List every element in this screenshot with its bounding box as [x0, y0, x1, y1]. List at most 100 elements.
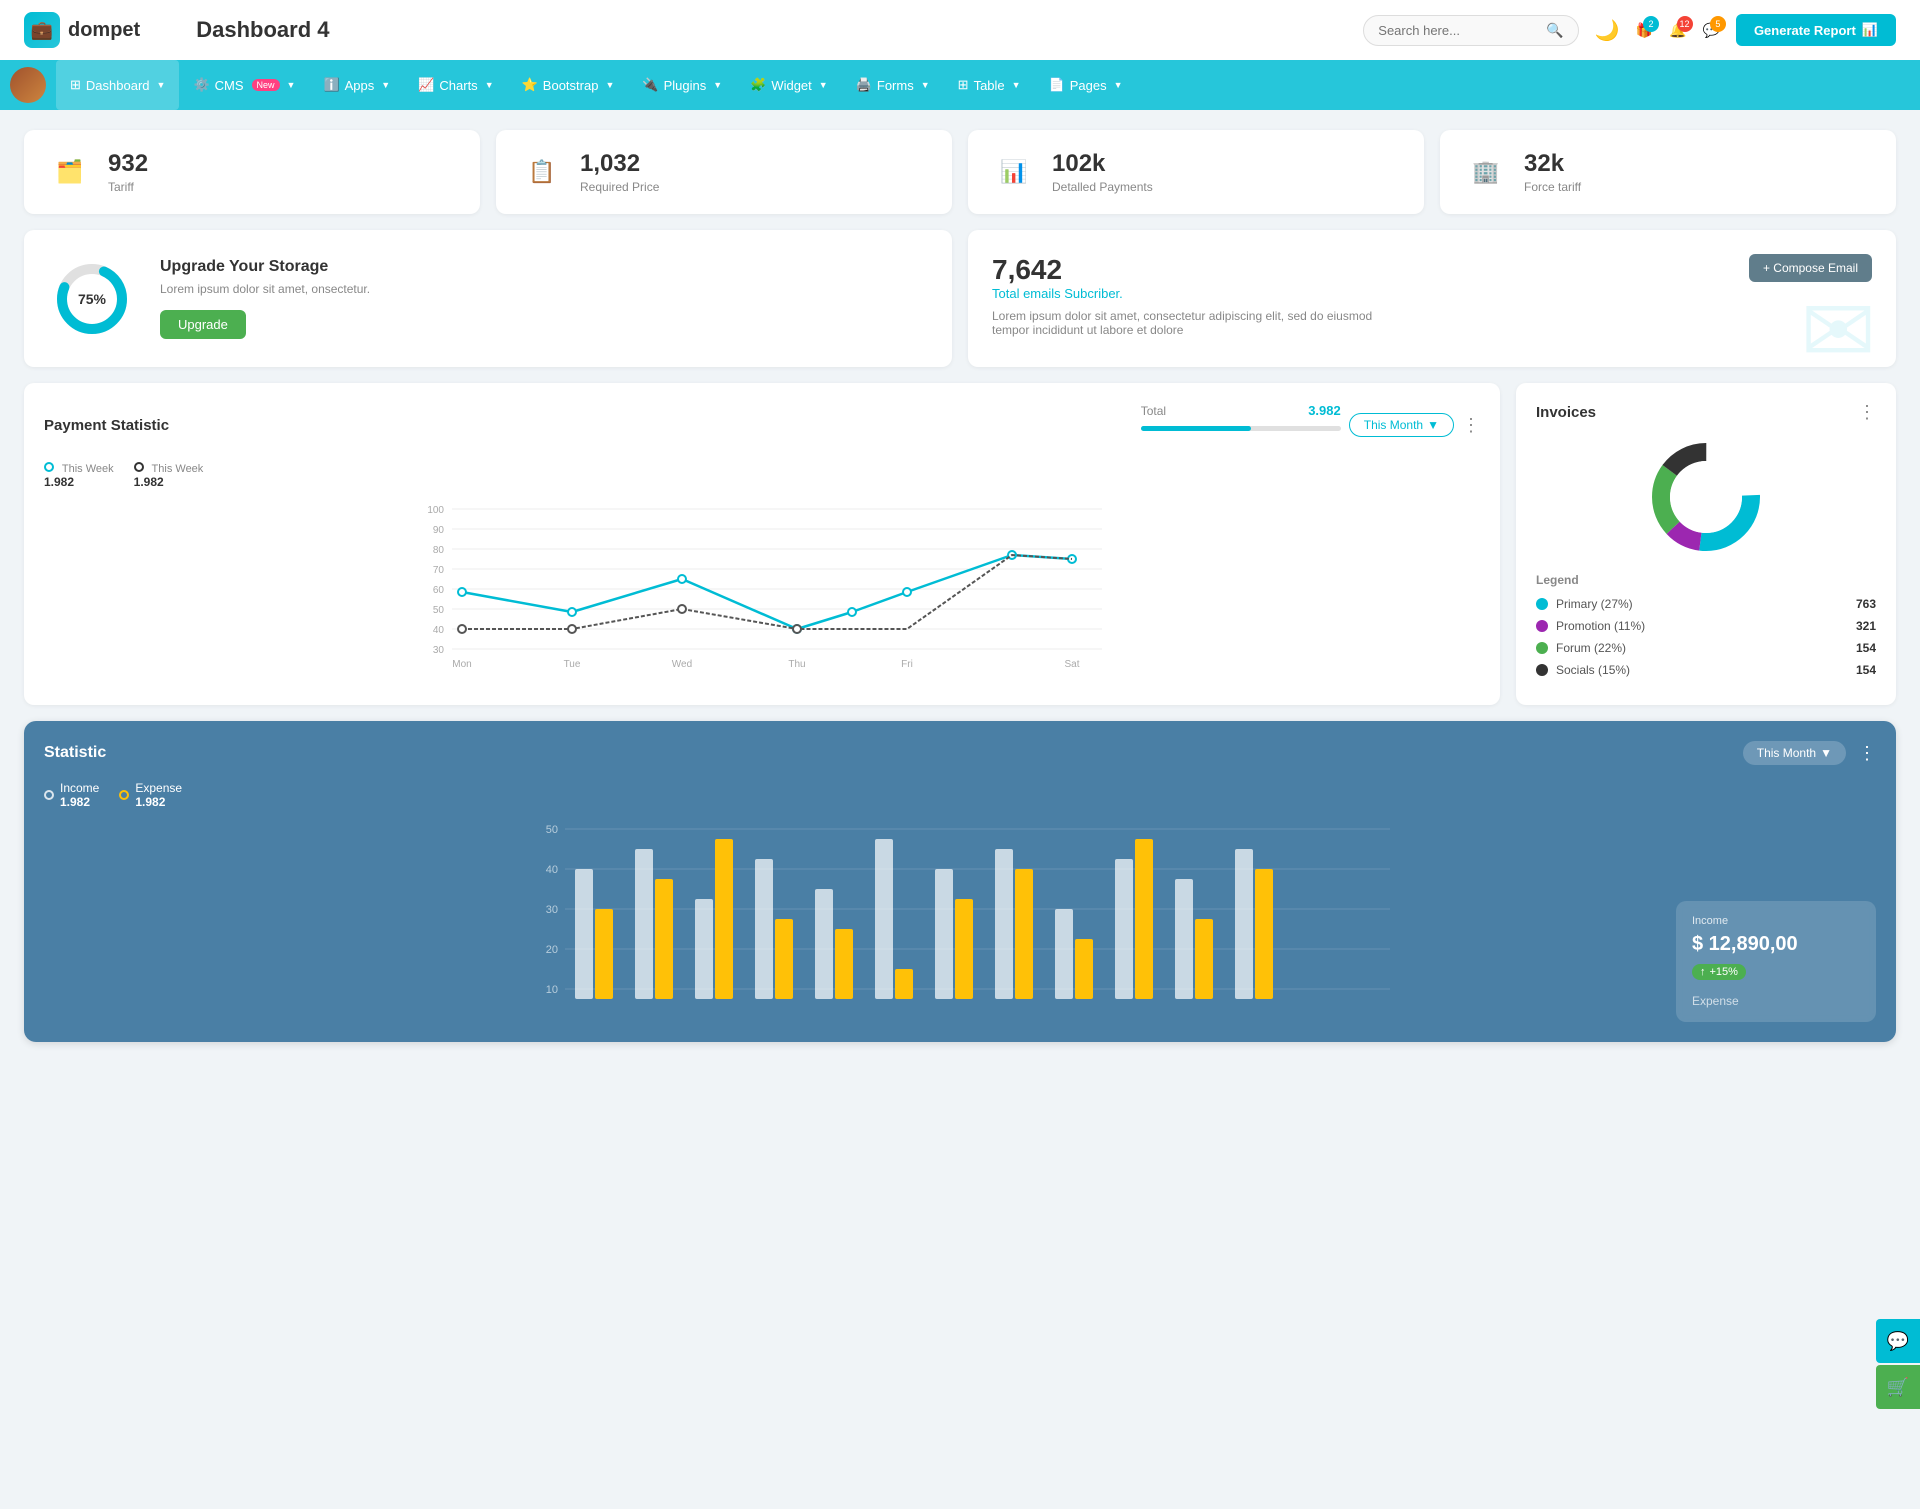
generate-report-button[interactable]: Generate Report 📊	[1736, 14, 1896, 46]
svg-text:100: 100	[427, 505, 444, 516]
svg-text:60: 60	[433, 585, 445, 596]
tariff-info: 932 Tariff	[108, 150, 148, 194]
statistic-filter-label: This Month	[1757, 746, 1816, 760]
required-price-info: 1,032 Required Price	[580, 150, 659, 194]
storage-info: Upgrade Your Storage Lorem ipsum dolor s…	[160, 258, 370, 339]
cms-icon: ⚙️	[193, 77, 209, 93]
nav-item-bootstrap[interactable]: ⭐ Bootstrap ▼	[508, 60, 629, 110]
email-subtitle: Total emails Subcriber.	[992, 286, 1412, 301]
theme-toggle[interactable]: 🌙	[1595, 18, 1620, 43]
statistic-more-options[interactable]: ⋮	[1858, 744, 1876, 762]
compose-email-button[interactable]: + Compose Email	[1749, 254, 1872, 282]
nav-item-forms[interactable]: 🖨️ Forms ▼	[842, 60, 944, 110]
income-panel: Income $ 12,890,00 ↑ +15% Expense	[1676, 901, 1876, 1022]
svg-text:20: 20	[546, 944, 558, 956]
nav-item-cms[interactable]: ⚙️ CMS New ▼	[179, 60, 309, 110]
pages-icon: 📄	[1049, 77, 1065, 93]
force-tariff-icon: 🏢	[1464, 150, 1508, 194]
upgrade-button[interactable]: Upgrade	[160, 310, 246, 339]
invoices-more-options[interactable]: ⋮	[1858, 403, 1876, 421]
nav-label-forms: Forms	[877, 78, 914, 93]
stat-card-tariff: 🗂️ 932 Tariff	[24, 130, 480, 214]
nav-item-apps[interactable]: ℹ️ Apps ▼	[309, 60, 404, 110]
nav-item-table[interactable]: ⊞ Table ▼	[944, 60, 1035, 110]
statistic-bar-chart: 50 40 30 20 10	[44, 819, 1876, 1019]
income-badge: ↑ +15%	[1692, 964, 1746, 980]
email-count-wrap: 7,642 Total emails Subcriber. Lorem ipsu…	[992, 254, 1412, 337]
required-price-icon: 📋	[520, 150, 564, 194]
nav-item-pages[interactable]: 📄 Pages ▼	[1035, 60, 1137, 110]
header-right: 🔍 🌙 🎁 2 🔔 12 💬 5 Generate Report 📊	[1363, 14, 1896, 46]
chevron-down-icon-forms: ▼	[921, 80, 930, 90]
gift-badge: 2	[1643, 16, 1659, 32]
legend-num-forum: 154	[1856, 641, 1876, 655]
total-label: Total	[1141, 404, 1166, 418]
storage-card: 75% Upgrade Your Storage Lorem ipsum dol…	[24, 230, 952, 367]
nav-label-charts: Charts	[439, 78, 477, 93]
tariff-icon: 🗂️	[48, 150, 92, 194]
main-content: 🗂️ 932 Tariff 📋 1,032 Required Price 📊 1…	[0, 110, 1920, 1062]
chevron-down-icon-charts: ▼	[485, 80, 494, 90]
svg-text:Sat: Sat	[1064, 659, 1079, 669]
legend-dot-2	[134, 462, 144, 472]
support-button[interactable]: 💬	[1876, 1319, 1920, 1363]
chevron-down-icon-plugins: ▼	[713, 80, 722, 90]
statistic-filter-button[interactable]: This Month ▼	[1743, 741, 1846, 765]
legend-text-forum: Forum (22%)	[1556, 641, 1626, 655]
bell-badge: 12	[1677, 16, 1693, 32]
nav-label-plugins: Plugins	[664, 78, 707, 93]
invoices-card: Invoices ⋮ Legend	[1516, 383, 1896, 705]
legend-item-2: This Week 1.982	[134, 459, 204, 489]
nav-label-pages: Pages	[1070, 78, 1107, 93]
storage-description: Lorem ipsum dolor sit amet, onsectetur.	[160, 282, 370, 296]
legend-val-1: 1.982	[44, 475, 114, 489]
gift-icon-wrapper[interactable]: 🎁 2	[1636, 22, 1653, 39]
required-price-value: 1,032	[580, 150, 659, 178]
payment-chart-controls: Total 3.982 This Month ▼ ⋮	[1141, 403, 1480, 447]
logo-text: dompet	[68, 19, 140, 42]
chat-icon-wrapper[interactable]: 💬 5	[1703, 22, 1720, 39]
table-icon: ⊞	[958, 77, 969, 93]
legend-circle-socials	[1536, 664, 1548, 676]
income-val: 1.982	[60, 795, 99, 809]
search-box[interactable]: 🔍	[1363, 15, 1578, 46]
svg-text:80: 80	[433, 545, 445, 556]
storage-donut: 75%	[52, 259, 132, 339]
payment-filter-button[interactable]: This Month ▼	[1349, 413, 1454, 437]
svg-text:70: 70	[433, 565, 445, 576]
navigation: ⊞ Dashboard ▼ ⚙️ CMS New ▼ ℹ️ Apps ▼ 📈 C…	[0, 60, 1920, 110]
expense-dot	[119, 790, 129, 800]
apps-icon: ℹ️	[323, 77, 339, 93]
svg-text:30: 30	[546, 904, 558, 916]
income-label: Income	[60, 781, 99, 795]
search-input[interactable]	[1378, 23, 1538, 38]
income-badge-text: +15%	[1710, 966, 1738, 978]
nav-item-dashboard[interactable]: ⊞ Dashboard ▼	[56, 60, 179, 110]
payments-info: 102k Detalled Payments	[1052, 150, 1153, 194]
bell-icon-wrapper[interactable]: 🔔 12	[1669, 22, 1686, 39]
expense-val: 1.982	[135, 795, 182, 809]
search-icon[interactable]: 🔍	[1546, 22, 1563, 39]
invoices-title: Invoices	[1536, 404, 1596, 421]
dashboard-icon: ⊞	[70, 77, 81, 93]
invoices-donut-chart	[1536, 437, 1876, 557]
chevron-down-icon-pages: ▼	[1114, 80, 1123, 90]
chevron-down-icon: ▼	[157, 80, 166, 90]
nav-item-charts[interactable]: 📈 Charts ▼	[404, 60, 507, 110]
statistic-controls: This Month ▼ ⋮	[1743, 741, 1876, 765]
nav-item-widget[interactable]: 🧩 Widget ▼	[736, 60, 842, 110]
legend-circle-primary	[1536, 598, 1548, 610]
logo-icon: 💼	[24, 12, 60, 48]
svg-text:50: 50	[546, 824, 558, 836]
svg-text:10: 10	[546, 984, 558, 996]
cart-button[interactable]: 🛒	[1876, 1365, 1920, 1409]
email-card: 7,642 Total emails Subcriber. Lorem ipsu…	[968, 230, 1896, 367]
nav-item-plugins[interactable]: 🔌 Plugins ▼	[628, 60, 736, 110]
payment-more-options[interactable]: ⋮	[1462, 416, 1480, 434]
email-count: 7,642	[992, 254, 1412, 286]
nav-label-widget: Widget	[771, 78, 811, 93]
chat-badge: 5	[1710, 16, 1726, 32]
chevron-down-icon-cms: ▼	[287, 80, 296, 90]
chevron-down-icon-filter: ▼	[1427, 418, 1439, 432]
legend-row-primary: Primary (27%) 763	[1536, 597, 1876, 611]
